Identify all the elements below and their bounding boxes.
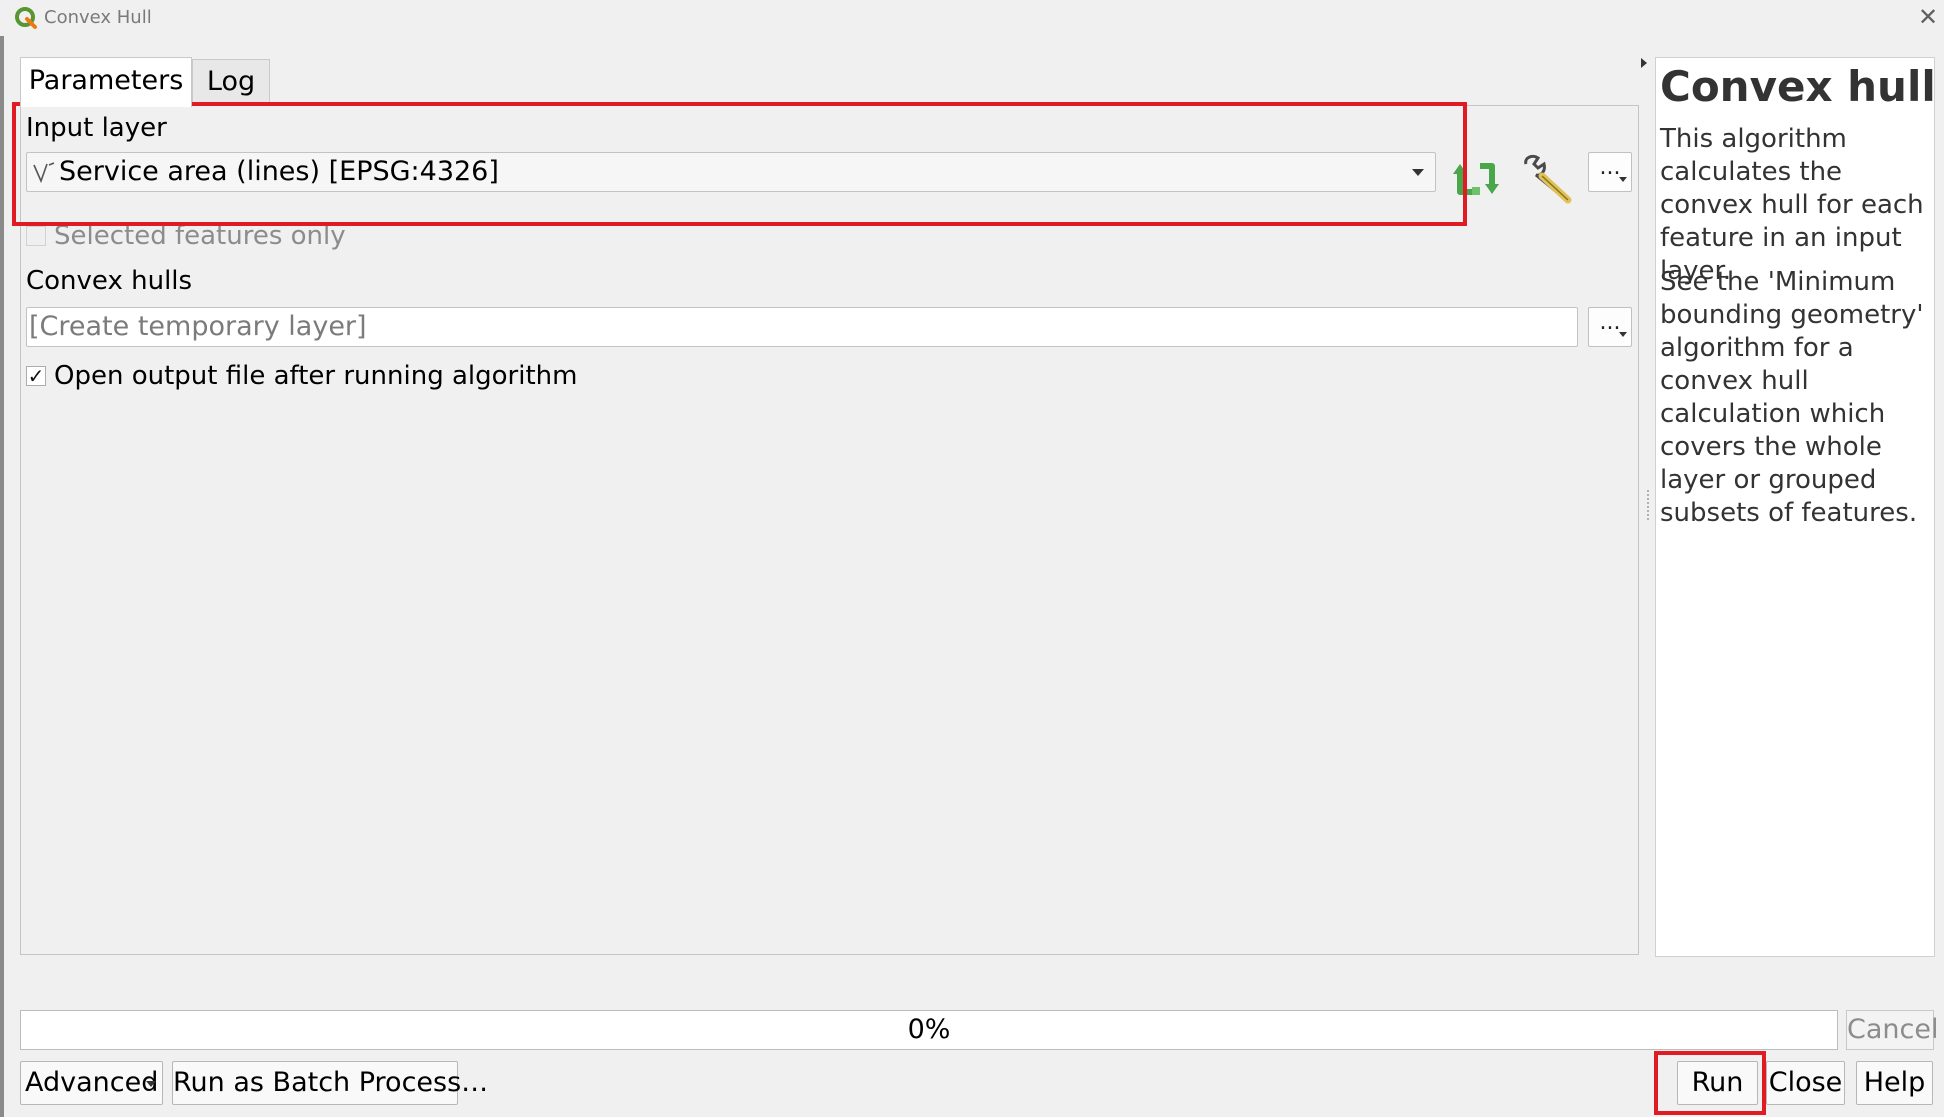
input-layer-browse-button[interactable]: ... (1588, 152, 1632, 192)
chevron-down-icon (146, 1081, 156, 1087)
selected-features-checkbox[interactable] (26, 226, 46, 246)
chevron-down-icon (1619, 177, 1627, 182)
open-output-label: Open output file after running algorithm (54, 361, 578, 391)
cancel-button[interactable]: Cancel (1846, 1010, 1938, 1050)
chevron-down-icon (1412, 169, 1424, 176)
run-button[interactable]: Run (1677, 1061, 1758, 1105)
output-browse-label: ... (1599, 310, 1621, 335)
iterate-over-features-icon[interactable] (1450, 156, 1502, 202)
input-layer-browse-label: ... (1599, 155, 1621, 180)
title-bar (0, 0, 1944, 36)
input-layer-combobox[interactable]: Service area (lines) [EPSG:4326] (26, 152, 1436, 192)
qgis-logo-icon (15, 7, 37, 29)
window-title: Convex Hull (44, 7, 152, 28)
progress-bar: 0% (20, 1010, 1838, 1050)
tab-parameters[interactable]: Parameters (20, 57, 192, 107)
close-button[interactable]: Close (1766, 1061, 1845, 1105)
help-title: Convex hull (1660, 62, 1936, 111)
convex-hulls-label: Convex hulls (26, 266, 193, 296)
help-paragraph: See the 'Minimum bounding geometry' algo… (1660, 267, 1924, 528)
input-layer-value: Service area (lines) [EPSG:4326] (59, 156, 499, 187)
splitter-handle[interactable] (1647, 490, 1649, 520)
window-left-edge (0, 36, 4, 1117)
output-placeholder: [Create temporary layer] (29, 311, 367, 342)
help-button[interactable]: Help (1856, 1061, 1933, 1105)
tab-log[interactable]: Log (192, 59, 270, 105)
wrench-icon[interactable] (1520, 154, 1578, 208)
line-layer-icon (33, 162, 55, 183)
help-paragraph: This algorithm calculates the convex hul… (1660, 124, 1924, 286)
run-as-batch-button[interactable]: Run as Batch Process… (172, 1061, 488, 1105)
input-layer-label: Input layer (26, 113, 167, 143)
advanced-label: Advanced (25, 1067, 159, 1098)
output-browse-button[interactable]: ... (1588, 307, 1632, 347)
open-output-checkbox[interactable]: ✓ (26, 366, 46, 386)
convex-hulls-output-field[interactable]: [Create temporary layer] (26, 307, 1578, 347)
collapse-arrow-icon[interactable] (1641, 58, 1647, 68)
progress-label: 0% (907, 1014, 951, 1045)
chevron-down-icon (1619, 332, 1627, 337)
selected-features-label: Selected features only (54, 221, 346, 251)
close-window-icon[interactable]: ✕ (1914, 3, 1942, 31)
advanced-button[interactable]: Advanced (20, 1061, 163, 1105)
